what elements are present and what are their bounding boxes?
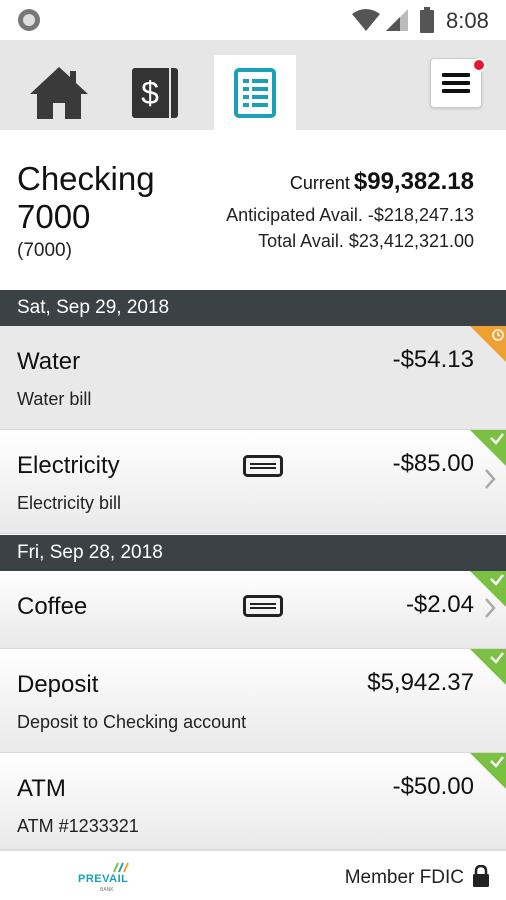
transaction-name: Coffee [17, 593, 88, 620]
register-icon [234, 67, 276, 118]
transaction-name: Electricity [17, 452, 120, 479]
cleared-check-icon [470, 571, 506, 607]
cleared-check-icon [470, 649, 506, 685]
card-icon [243, 595, 283, 617]
tab-accounts[interactable]: $ [116, 55, 198, 130]
home-icon [30, 66, 88, 119]
pending-clock-icon [470, 326, 506, 362]
logo-subtext: BANK [100, 887, 114, 893]
logo-mark-icon [113, 862, 129, 873]
transaction-row[interactable]: Electricity -$85.00 Electricity bill [0, 430, 506, 534]
transaction-name: Deposit [17, 671, 99, 698]
total-available-balance: Total Avail. $23,412,321.00 [258, 231, 474, 251]
transaction-amount: $5,942.37 [367, 669, 474, 696]
dollar-icon: $ [132, 67, 178, 118]
member-fdic-label: Member FDIC [344, 867, 464, 888]
transaction-row[interactable]: Deposit $5,942.37 Deposit to Checking ac… [0, 649, 506, 753]
transaction-amount: -$54.13 [392, 346, 474, 373]
battery-icon [420, 7, 434, 33]
status-bar: 8:08 [0, 0, 506, 40]
current-balance-value: $99,382.18 [353, 168, 474, 195]
current-balance: Current $99,382.18 [290, 168, 474, 196]
date-header: Sat, Sep 29, 2018 [0, 290, 506, 326]
bank-logo: PREVAIL BANK [78, 859, 138, 895]
chevron-right-icon [485, 469, 496, 489]
notification-badge [472, 58, 486, 72]
date-header: Fri, Sep 28, 2018 [0, 535, 506, 571]
transaction-name: Water [17, 348, 81, 375]
account-number: (7000) [17, 240, 72, 261]
transaction-description: Deposit to Checking account [17, 712, 247, 732]
hamburger-icon [442, 73, 470, 93]
card-icon [243, 455, 283, 477]
transaction-description: Water bill [17, 389, 92, 409]
transaction-description: Electricity bill [17, 493, 122, 513]
anticipated-balance: Anticipated Avail. -$218,247.13 [226, 205, 474, 225]
tab-register[interactable] [214, 55, 296, 130]
cell-signal-icon [386, 9, 408, 31]
current-balance-label: Current [289, 173, 350, 193]
svg-text:$: $ [141, 75, 159, 111]
account-summary: Checking 7000 (7000) Current $99,382.18 A… [0, 130, 506, 290]
transaction-name: ATM [17, 775, 66, 802]
wifi-icon [352, 9, 380, 31]
cleared-check-icon [470, 430, 506, 466]
tab-bar: $ [0, 40, 506, 130]
account-name: Checking 7000 [17, 160, 155, 235]
transaction-amount: -$85.00 [392, 450, 474, 477]
footer: PREVAIL BANK Member FDIC [0, 850, 506, 900]
logo-text: PREVAIL [78, 873, 129, 885]
lock-icon [473, 865, 489, 887]
transaction-row[interactable]: Coffee -$2.04 [0, 571, 506, 649]
clock: 8:08 [446, 8, 489, 33]
transaction-row[interactable]: Water -$54.13 Water bill [0, 326, 506, 430]
notification-dot-icon [18, 9, 40, 31]
transaction-description: ATM #1233321 [17, 816, 139, 836]
transaction-amount: -$2.04 [405, 591, 474, 618]
transaction-row[interactable]: ATM -$50.00 ATM #1233321 [0, 753, 506, 850]
transaction-amount: -$50.00 [392, 773, 474, 800]
cleared-check-icon [470, 753, 506, 789]
tab-home[interactable] [18, 55, 100, 130]
